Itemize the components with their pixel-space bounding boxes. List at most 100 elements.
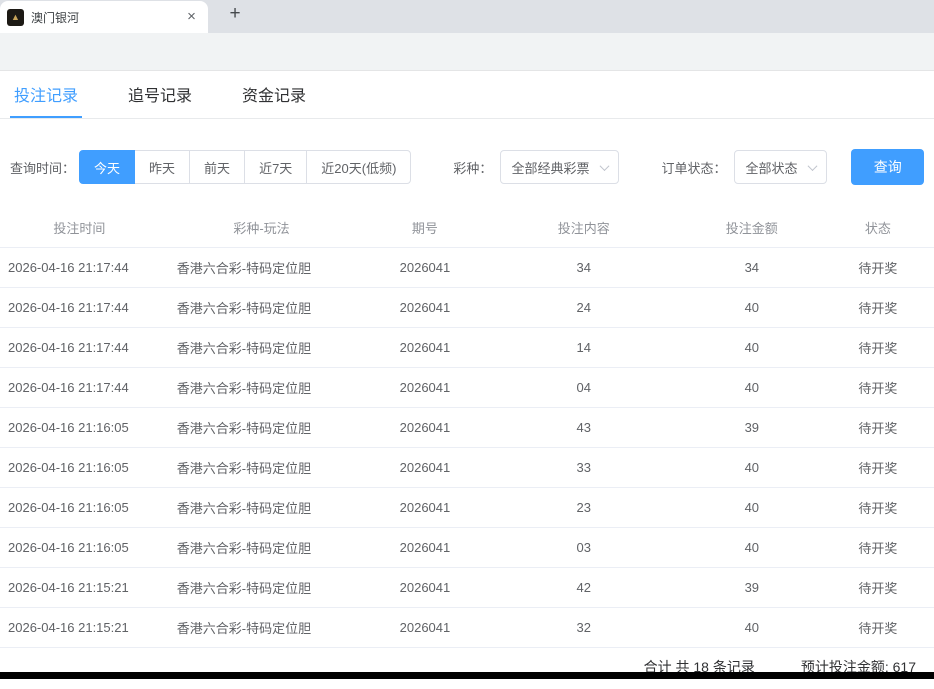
time-filter-group: 今天 昨天 前天 近7天 近20天(低频)	[79, 150, 411, 184]
table-cell: 40	[682, 607, 822, 647]
table-cell: 2026-04-16 21:16:05	[0, 407, 159, 447]
table-cell: 2026-04-16 21:15:21	[0, 607, 159, 647]
table-cell: 2026-04-16 21:17:44	[0, 287, 159, 327]
order-status-select[interactable]: 全部状态	[734, 150, 827, 184]
table-cell: 待开奖	[822, 487, 934, 527]
table-cell: 14	[486, 327, 682, 367]
site-favicon-icon: ▲	[7, 9, 24, 26]
table-row: 2026-04-16 21:16:05香港六合彩-特码定位胆2026041234…	[0, 487, 934, 527]
table-cell: 2026-04-16 21:17:44	[0, 247, 159, 287]
table-cell: 34	[682, 247, 822, 287]
table-cell: 2026-04-16 21:16:05	[0, 447, 159, 487]
table-cell: 香港六合彩-特码定位胆	[159, 447, 364, 487]
table-row: 2026-04-16 21:17:44香港六合彩-特码定位胆2026041343…	[0, 247, 934, 287]
table-cell: 2026041	[364, 247, 485, 287]
table-row: 2026-04-16 21:15:21香港六合彩-特码定位胆2026041423…	[0, 567, 934, 607]
header-issue-number: 期号	[364, 209, 485, 247]
time-filter-today[interactable]: 今天	[79, 150, 135, 184]
browser-tab-title: 澳门银河	[31, 9, 176, 26]
table-row: 2026-04-16 21:16:05香港六合彩-特码定位胆2026041433…	[0, 407, 934, 447]
chevron-down-icon	[600, 161, 610, 171]
query-button[interactable]: 查询	[851, 149, 924, 185]
table-cell: 2026041	[364, 487, 485, 527]
bottom-bar	[0, 672, 934, 679]
table-cell: 33	[486, 447, 682, 487]
tab-bet-records[interactable]: 投注记录	[10, 71, 82, 118]
time-filter-day-before[interactable]: 前天	[189, 150, 245, 184]
table-header-row: 投注时间 彩种-玩法 期号 投注内容 投注金额 状态	[0, 209, 934, 247]
table-cell: 香港六合彩-特码定位胆	[159, 407, 364, 447]
table-cell: 2026041	[364, 367, 485, 407]
table-row: 2026-04-16 21:17:44香港六合彩-特码定位胆2026041244…	[0, 287, 934, 327]
table-cell: 香港六合彩-特码定位胆	[159, 607, 364, 647]
table-cell: 待开奖	[822, 327, 934, 367]
table-cell: 2026041	[364, 567, 485, 607]
table-row: 2026-04-16 21:16:05香港六合彩-特码定位胆2026041334…	[0, 447, 934, 487]
new-tab-button[interactable]: +	[222, 2, 248, 28]
table-cell: 待开奖	[822, 367, 934, 407]
table-cell: 32	[486, 607, 682, 647]
header-bet-time: 投注时间	[0, 209, 159, 247]
table-cell: 2026-04-16 21:15:21	[0, 567, 159, 607]
time-filter-yesterday[interactable]: 昨天	[134, 150, 190, 184]
order-status-value: 全部状态	[745, 158, 797, 177]
tab-chase-records[interactable]: 追号记录	[124, 71, 196, 118]
table-cell: 待开奖	[822, 447, 934, 487]
table-cell: 香港六合彩-特码定位胆	[159, 567, 364, 607]
table-cell: 待开奖	[822, 607, 934, 647]
table-cell: 待开奖	[822, 287, 934, 327]
table-cell: 2026041	[364, 447, 485, 487]
table-cell: 待开奖	[822, 247, 934, 287]
table-cell: 2026041	[364, 607, 485, 647]
table-cell: 40	[682, 487, 822, 527]
table-cell: 2026041	[364, 527, 485, 567]
time-filter-7days[interactable]: 近7天	[244, 150, 307, 184]
table-cell: 04	[486, 367, 682, 407]
table-cell: 34	[486, 247, 682, 287]
lottery-filter-label: 彩种：	[453, 158, 492, 177]
table-cell: 39	[682, 407, 822, 447]
table-cell: 43	[486, 407, 682, 447]
header-bet-content: 投注内容	[486, 209, 682, 247]
summary-bar: 合计 共 18 条记录 预计投注金额: 617	[0, 648, 934, 689]
tab-close-icon[interactable]: ×	[183, 9, 200, 26]
table-cell: 2026-04-16 21:17:44	[0, 367, 159, 407]
tab-fund-records[interactable]: 资金记录	[238, 71, 310, 118]
table-cell: 待开奖	[822, 567, 934, 607]
bet-records-table: 投注时间 彩种-玩法 期号 投注内容 投注金额 状态 2026-04-16 21…	[0, 209, 934, 648]
table-cell: 40	[682, 327, 822, 367]
bet-table-body: 2026-04-16 21:17:44香港六合彩-特码定位胆2026041343…	[0, 247, 934, 647]
filter-bar: 查询时间： 今天 昨天 前天 近7天 近20天(低频) 彩种： 全部经典彩票 订…	[0, 119, 934, 209]
table-cell: 待开奖	[822, 407, 934, 447]
table-cell: 香港六合彩-特码定位胆	[159, 367, 364, 407]
table-cell: 40	[682, 527, 822, 567]
lottery-select[interactable]: 全部经典彩票	[500, 150, 619, 184]
table-cell: 待开奖	[822, 527, 934, 567]
table-row: 2026-04-16 21:15:21香港六合彩-特码定位胆2026041324…	[0, 607, 934, 647]
time-filter-20days[interactable]: 近20天(低频)	[306, 150, 411, 184]
browser-toolbar	[0, 33, 934, 71]
table-cell: 香港六合彩-特码定位胆	[159, 287, 364, 327]
chevron-down-icon	[808, 161, 818, 171]
table-cell: 39	[682, 567, 822, 607]
table-cell: 42	[486, 567, 682, 607]
time-filter-label: 查询时间：	[10, 158, 75, 177]
table-cell: 香港六合彩-特码定位胆	[159, 327, 364, 367]
table-cell: 香港六合彩-特码定位胆	[159, 247, 364, 287]
table-cell: 香港六合彩-特码定位胆	[159, 487, 364, 527]
browser-tab[interactable]: ▲ 澳门银河 ×	[0, 1, 208, 33]
table-cell: 24	[486, 287, 682, 327]
table-row: 2026-04-16 21:16:05香港六合彩-特码定位胆2026041034…	[0, 527, 934, 567]
order-status-label: 订单状态：	[661, 158, 726, 177]
table-cell: 03	[486, 527, 682, 567]
table-cell: 2026-04-16 21:16:05	[0, 527, 159, 567]
page-tabs: 投注记录 追号记录 资金记录	[0, 71, 934, 119]
table-cell: 40	[682, 367, 822, 407]
table-cell: 2026041	[364, 327, 485, 367]
table-cell: 2026-04-16 21:16:05	[0, 487, 159, 527]
header-lottery-play: 彩种-玩法	[159, 209, 364, 247]
table-cell: 2026-04-16 21:17:44	[0, 327, 159, 367]
table-row: 2026-04-16 21:17:44香港六合彩-特码定位胆2026041044…	[0, 367, 934, 407]
header-bet-amount: 投注金额	[682, 209, 822, 247]
table-cell: 香港六合彩-特码定位胆	[159, 527, 364, 567]
